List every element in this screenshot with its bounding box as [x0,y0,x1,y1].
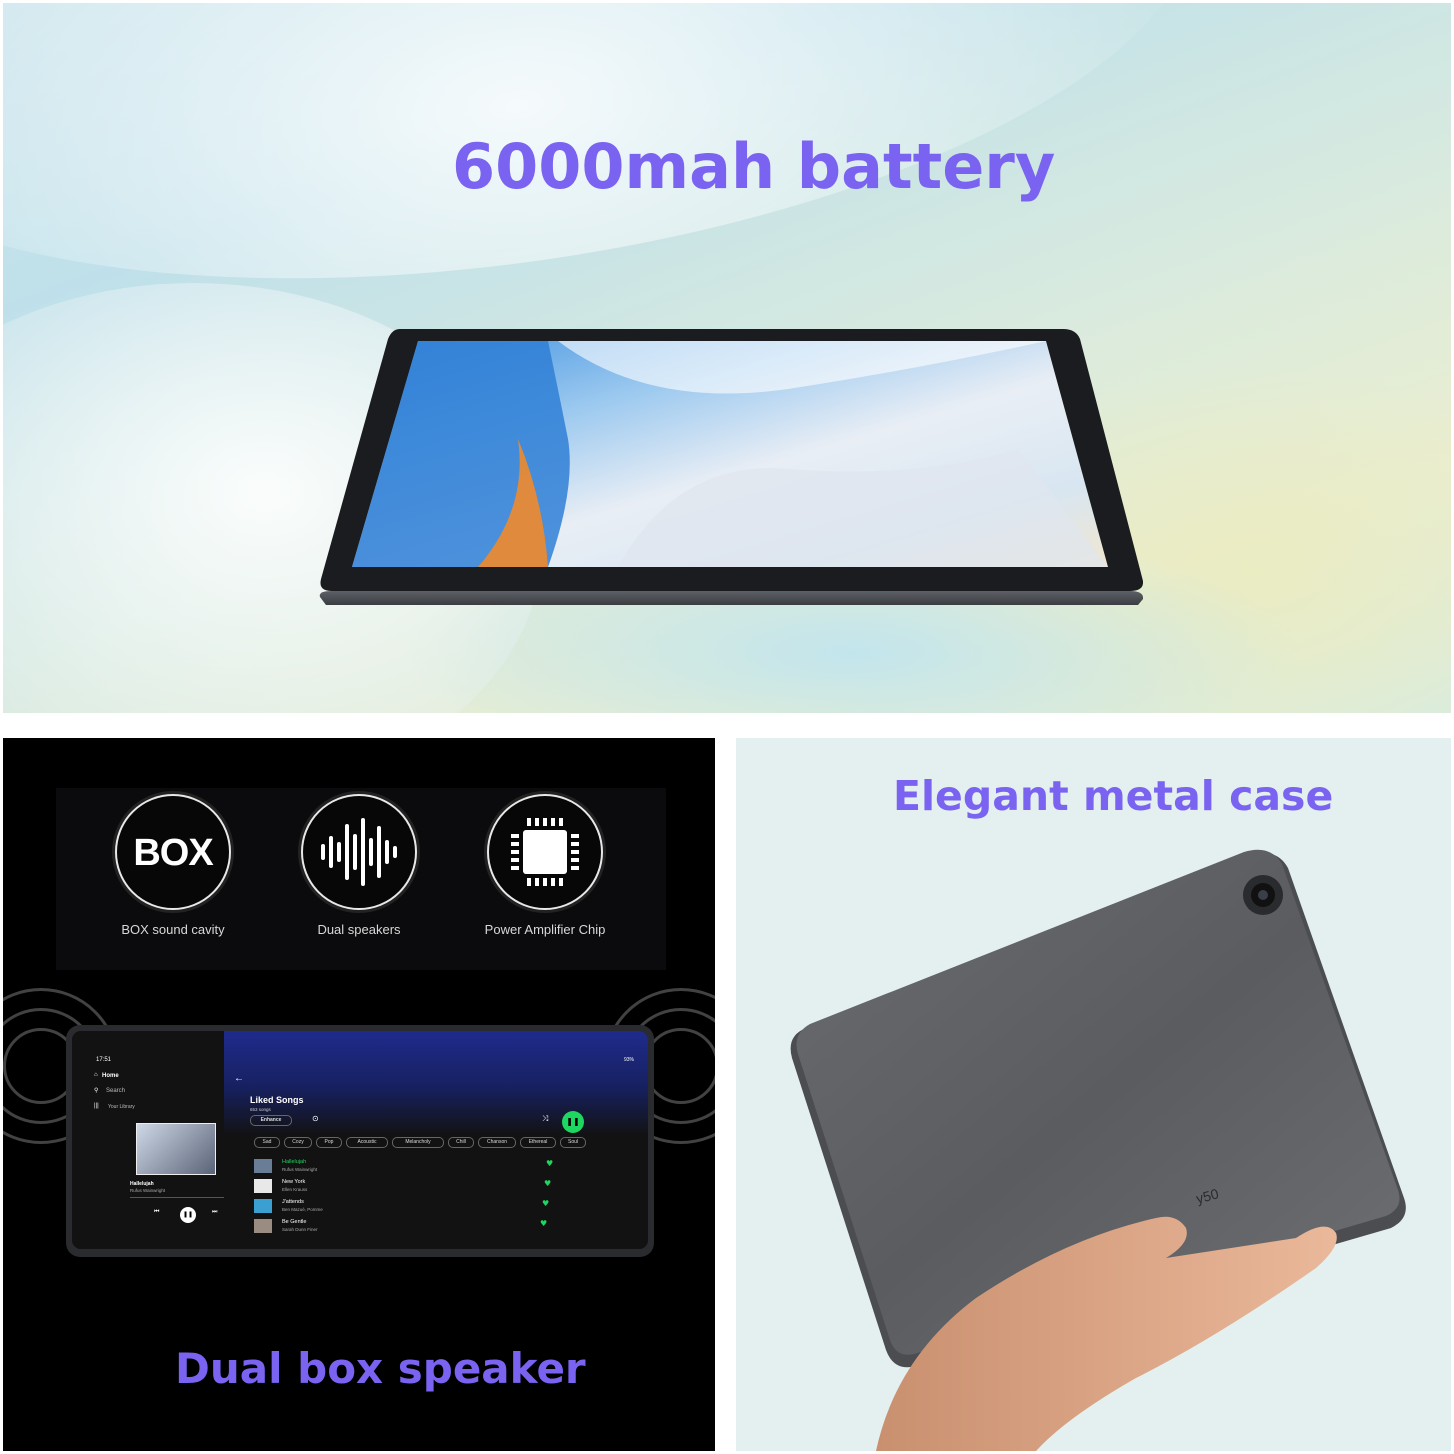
speaker-headline: Dual box speaker [175,1344,586,1393]
metal-case-headline: Elegant metal case [893,772,1334,820]
nav-library[interactable]: Your Library [108,1104,135,1110]
song-art [254,1219,272,1233]
play-button[interactable]: ❚❚ [562,1111,584,1133]
shuffle-icon[interactable]: ⤨ [542,1114,548,1124]
like-icon[interactable]: ♥ [542,1199,549,1208]
like-icon[interactable]: ♥ [544,1179,551,1188]
like-icon[interactable]: ♥ [546,1159,553,1168]
song-artist: Ellen Krauss [282,1187,308,1192]
filter-chip[interactable]: Soul [560,1137,586,1148]
enhance-button[interactable]: Enhance [250,1115,292,1126]
song-title: J'attends [282,1199,304,1205]
next-icon[interactable]: ⏭ [212,1209,217,1216]
feature-label: Power Amplifier Chip [484,922,606,937]
library-icon: ||| [94,1103,99,1109]
playlist-title: Liked Songs [250,1095,304,1105]
filter-chip[interactable]: Ethereal [520,1137,556,1148]
song-title: Hallelujah [282,1159,307,1165]
music-main: 93% ← Liked Songs 653 songs Enhance ⊙ ⤨ … [224,1031,648,1249]
tablet-front-image [318,329,1143,607]
battery-headline: 6000mah battery [452,130,1056,203]
feature-label: BOX sound cavity [121,922,225,937]
filter-chip[interactable]: Melancholy [392,1137,444,1148]
now-playing-title: Hallelujah [130,1181,154,1187]
feature-dual-speakers: Dual speakers [269,794,449,937]
song-artist: Sarah Dunn Finer [282,1227,318,1232]
metal-case-panel: y50 [736,738,1451,1451]
pause-button[interactable]: ❚❚ [180,1207,196,1223]
nav-home[interactable]: Home [102,1073,119,1079]
like-icon[interactable]: ♥ [540,1219,547,1228]
box-icon: BOX [115,794,231,910]
box-icon-text: BOX [133,832,213,874]
song-artist: Ben Mazué, Pomme [282,1207,323,1212]
search-icon: ⚲ [94,1088,99,1094]
song-title: New York [282,1179,306,1185]
filter-chip[interactable]: Acoustic [346,1137,388,1148]
song-art [254,1199,272,1213]
nav-search[interactable]: Search [106,1088,125,1094]
song-title: Be Gentle [282,1219,307,1225]
sound-wave-icon [301,794,417,910]
previous-icon[interactable]: ⏮ [154,1209,159,1216]
feature-box-sound-cavity: BOX BOX sound cavity [83,794,263,937]
chip-icon [487,794,603,910]
tablet-music-app: 17:51 Home ⌂ ⚲ Search ||| Your Library H… [66,1025,654,1257]
filter-chip[interactable]: Chanson [478,1137,516,1148]
home-icon: ⌂ [94,1072,98,1078]
song-artist: Rufus Wainwright [282,1167,318,1172]
filter-chip[interactable]: Sad [254,1137,280,1148]
filter-chip[interactable]: Pop [316,1137,342,1148]
feature-power-amplifier: Power Amplifier Chip [455,794,635,937]
song-art [254,1179,272,1193]
status-time: 17:51 [96,1057,112,1063]
progress-bar[interactable] [130,1197,230,1198]
feature-label: Dual speakers [317,922,401,937]
back-arrow-icon[interactable]: ← [234,1073,244,1084]
filter-chip[interactable]: Chill [448,1137,474,1148]
playlist-count: 653 songs [250,1107,271,1112]
filter-chip[interactable]: Cozy [284,1137,312,1148]
download-icon[interactable]: ⊙ [312,1114,319,1123]
tablet-screen: 17:51 Home ⌂ ⚲ Search ||| Your Library H… [72,1031,648,1249]
tablet-back-image [736,738,1451,1451]
music-sidebar: 17:51 Home ⌂ ⚲ Search ||| Your Library H… [72,1031,231,1249]
album-art [136,1123,216,1175]
song-art [254,1159,272,1173]
now-playing-artist: Rufus Wainwright [130,1188,166,1193]
status-battery: 93% [623,1057,634,1063]
